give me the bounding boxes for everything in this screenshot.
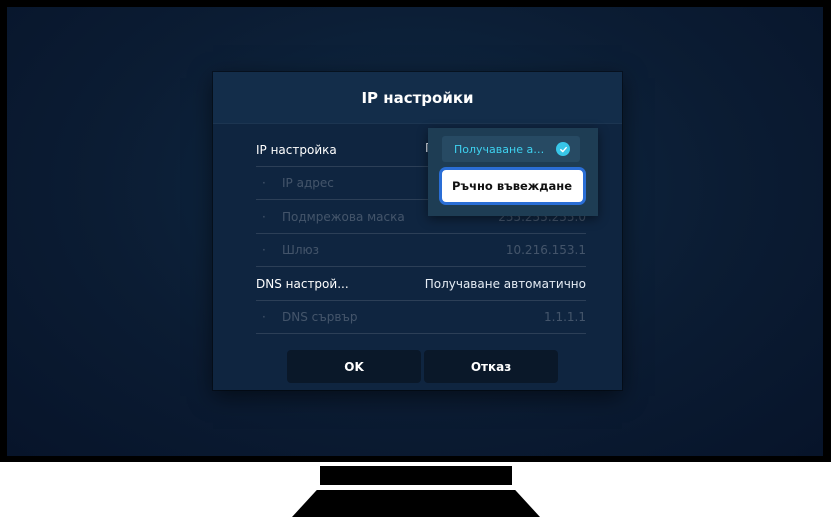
check-circle-icon xyxy=(556,142,570,156)
option-label: Получаване ав... xyxy=(454,142,550,156)
ip-settings-dialog: IP настройки IP настройка П ·IP адрес ·П… xyxy=(213,72,622,390)
dropdown-option-manual[interactable]: Ръчно въвеждане xyxy=(439,167,586,205)
ip-setting-dropdown: Получаване ав... Ръчно въвеждане xyxy=(428,128,598,216)
row-label: IP настройка xyxy=(256,143,337,157)
row-value: Получаване автоматично xyxy=(424,277,586,291)
row-label: · DNS сървър xyxy=(262,310,358,324)
row-value: 10.216.153.1 xyxy=(505,243,586,257)
row-gateway[interactable]: · Шлюз 10.216.153.1 xyxy=(256,234,586,267)
row-dns-server[interactable]: · DNS сървър 1.1.1.1 xyxy=(256,301,586,334)
row-dns-setting[interactable]: DNS настрой... Получаване автоматично xyxy=(256,268,586,301)
row-label: DNS настрой... xyxy=(256,277,349,291)
row-label: · Подмрежова маска xyxy=(262,210,405,224)
ok-button[interactable]: OK xyxy=(287,350,421,383)
tv-screen: IP настройки IP настройка П ·IP адрес ·П… xyxy=(7,7,823,456)
dropdown-option-automatic[interactable]: Получаване ав... xyxy=(442,136,580,162)
tv-stand-base xyxy=(292,490,540,517)
cancel-button[interactable]: Отказ xyxy=(424,350,558,383)
row-label: · IP адрес xyxy=(262,176,334,190)
tv-stand-neck xyxy=(320,466,512,485)
row-value: 1.1.1.1 xyxy=(544,310,586,324)
tv-frame: IP настройки IP настройка П ·IP адрес ·П… xyxy=(0,0,831,462)
dialog-title: IP настройки xyxy=(213,72,622,124)
row-label: · Шлюз xyxy=(262,243,319,257)
